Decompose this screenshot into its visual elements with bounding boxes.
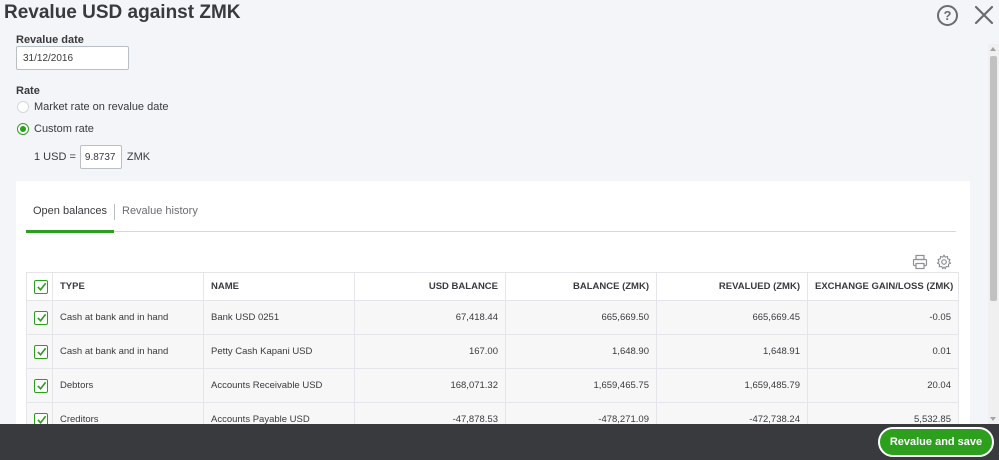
close-icon[interactable]: [973, 4, 995, 26]
rate-label: Rate: [16, 85, 40, 97]
cell-usd-balance: 67,418.44: [354, 300, 506, 335]
cell-name: Bank USD 0251: [203, 300, 355, 335]
cell-revalued-zmk: 1,659,485.79: [656, 368, 808, 403]
select-all-cell: [26, 272, 53, 301]
custom-rate-label: Custom rate: [34, 123, 94, 135]
dialog-footer: Revalue and save: [0, 424, 999, 460]
cell-revalued-zmk: 1,648.91: [656, 334, 808, 369]
print-icon[interactable]: [912, 254, 928, 270]
col-name[interactable]: NAME: [203, 272, 355, 301]
table-row[interactable]: Cash at bank and in hand Bank USD 0251 6…: [26, 300, 959, 335]
radio-checked[interactable]: [17, 123, 29, 135]
balances-panel: Open balances Revalue history TYPE NAME …: [16, 181, 970, 437]
cell-revalued-zmk: 665,669.45: [656, 300, 808, 335]
cell-balance-zmk: 1,648.90: [505, 334, 657, 369]
cell-name: Accounts Receivable USD: [203, 368, 355, 403]
row-checkbox[interactable]: [34, 344, 48, 359]
tab-bar: Open balances Revalue history: [26, 204, 956, 233]
dialog-title: Revalue USD against ZMK: [4, 2, 241, 23]
col-type[interactable]: TYPE: [52, 272, 204, 301]
market-rate-label: Market rate on revalue date: [34, 101, 169, 113]
cell-usd-balance: 168,071.32: [354, 368, 506, 403]
cell-type: Debtors: [52, 368, 204, 403]
market-rate-radio[interactable]: Market rate on revalue date: [17, 101, 169, 113]
custom-rate-radio[interactable]: Custom rate: [17, 123, 94, 135]
table-row[interactable]: Cash at bank and in hand Petty Cash Kapa…: [26, 334, 959, 369]
revalue-and-save-button[interactable]: Revalue and save: [878, 427, 994, 457]
cell-name: Petty Cash Kapani USD: [203, 334, 355, 369]
vertical-scrollbar[interactable]: [988, 44, 999, 424]
cell-gain-loss: -0.05: [807, 300, 959, 335]
scroll-thumb[interactable]: [990, 56, 997, 301]
cell-balance-zmk: 665,669.50: [505, 300, 657, 335]
rate-suffix: ZMK: [126, 151, 151, 163]
scroll-down-arrow-icon[interactable]: [990, 417, 996, 421]
row-checkbox[interactable]: [34, 378, 48, 393]
radio-unchecked[interactable]: [17, 101, 29, 113]
table-row[interactable]: Debtors Accounts Receivable USD 168,071.…: [26, 368, 959, 403]
row-checkbox[interactable]: [34, 310, 48, 325]
col-exchange-gain-loss[interactable]: EXCHANGE GAIN/LOSS (ZMK): [807, 272, 959, 301]
col-revalued-zmk[interactable]: REVALUED (ZMK): [656, 272, 808, 301]
rate-prefix: 1 USD =: [34, 151, 76, 163]
select-all-checkbox[interactable]: [34, 279, 48, 294]
rate-input[interactable]: [79, 145, 122, 169]
scroll-up-arrow-icon[interactable]: [990, 47, 996, 51]
balances-table: TYPE NAME USD BALANCE BALANCE (ZMK) REVA…: [26, 272, 959, 437]
help-icon[interactable]: ?: [937, 5, 958, 26]
cell-gain-loss: 0.01: [807, 334, 959, 369]
tab-open-balances[interactable]: Open balances: [26, 204, 114, 233]
custom-rate-row: 1 USD = ZMK: [34, 145, 150, 169]
revalue-date-label: Revalue date: [16, 34, 84, 46]
cell-type: Cash at bank and in hand: [52, 300, 204, 335]
cell-balance-zmk: 1,659,465.75: [505, 368, 657, 403]
cell-gain-loss: 20.04: [807, 368, 959, 403]
cell-type: Cash at bank and in hand: [52, 334, 204, 369]
cell-usd-balance: 167.00: [354, 334, 506, 369]
tab-revalue-history[interactable]: Revalue history: [115, 204, 205, 232]
col-balance-zmk[interactable]: BALANCE (ZMK): [505, 272, 657, 301]
col-usd-balance[interactable]: USD BALANCE: [354, 272, 506, 301]
revalue-date-input[interactable]: [16, 46, 129, 70]
table-header-row: TYPE NAME USD BALANCE BALANCE (ZMK) REVA…: [26, 272, 959, 301]
gear-icon[interactable]: [936, 254, 952, 270]
